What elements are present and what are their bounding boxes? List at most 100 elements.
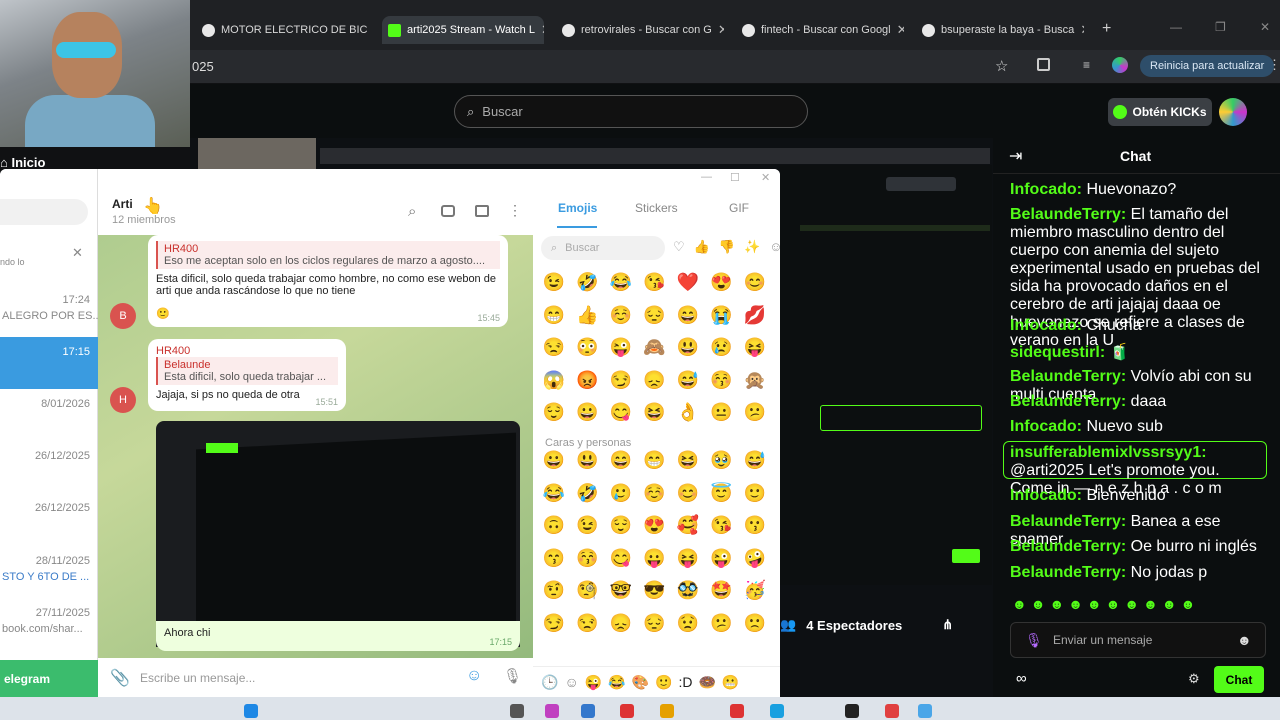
message-bubble[interactable]: HR400 Eso me aceptan solo en los ciclos r… [148,235,508,327]
emoji-item[interactable]: 😆 [675,447,701,473]
telegram-button[interactable]: elegram [0,660,98,697]
avatar[interactable]: H [110,387,136,413]
chat-username[interactable]: BelaundeTerry [1010,564,1121,581]
emoji-sample[interactable]: 😜 [585,674,602,691]
emoji-item[interactable]: 😱 [541,367,567,393]
photo-attachment[interactable] [156,421,520,647]
taskbar-app-icon[interactable] [620,704,634,718]
emoji-category-bar[interactable]: 🕒 ☺ 😜 😂 🎨 🙂:D 🍩 😬 [533,666,780,697]
minimize-icon[interactable]: — [701,171,712,183]
windows-start-icon[interactable] [244,704,258,718]
emoji-item[interactable]: 👍 [575,302,601,328]
gear-icon[interactable]: ⚙ [1188,671,1200,687]
emoji-item[interactable]: 😌 [608,512,634,538]
emoji-item[interactable]: 😅 [675,367,701,393]
menu-icon[interactable]: ⋮ [1268,57,1280,73]
emoji-item[interactable]: 🤣 [575,480,601,506]
chat-message[interactable]: sidequestirl: 🧃 [1010,342,1265,362]
emoji-item[interactable]: 😃 [675,334,701,360]
emoji-item[interactable]: 🙊 [742,367,768,393]
taskbar-app-icon[interactable] [885,704,899,718]
emoji-item[interactable]: 😘 [642,269,668,295]
emoji-item[interactable]: 👌 [675,399,701,425]
chat-username[interactable]: Infocado [1010,181,1077,198]
chat-message[interactable]: BelaundeTerry: Oe burro ni inglés [1010,538,1265,556]
more-icon[interactable]: ⋮ [508,202,522,219]
chat-title[interactable]: Arti [112,197,133,211]
infinity-icon[interactable]: ∞ [1016,670,1027,687]
emoji-item[interactable]: 😉 [575,512,601,538]
nav-home[interactable]: ⌂ Inicio [0,155,45,170]
share-icon[interactable]: ⋔ [942,617,953,633]
emoji-item[interactable]: 🤨 [541,577,567,603]
emoji-item[interactable]: 😍 [642,512,668,538]
chat-message[interactable]: Infocado: Bienvenido [1010,487,1265,505]
emoji-item[interactable]: 😉 [541,269,567,295]
emoji-item[interactable]: 😢 [709,334,735,360]
emoji-item[interactable]: 😒 [541,334,567,360]
emoji-item[interactable]: 😘 [709,512,735,538]
emoji-item[interactable]: 😆 [642,399,668,425]
photo-caption[interactable]: Ahora chi 17:15 [156,621,520,651]
attach-icon[interactable]: 📎 [110,668,130,688]
emoji-item[interactable]: 😕 [742,399,768,425]
chat-input[interactable]: 🎙 Enviar un mensaje ☻ [1010,622,1266,658]
emoji-item[interactable]: 😚 [575,545,601,571]
new-tab-icon[interactable]: + [1102,20,1111,38]
chat-message[interactable]: BelaundeTerry: daaa [1010,393,1265,411]
taskbar-app-icon[interactable] [845,704,859,718]
microphone-icon[interactable]: 🎙 [1025,632,1043,649]
chat-username[interactable]: Infocado [1010,418,1077,435]
chat-message[interactable]: Infocado: Huevonazo? [1010,181,1265,199]
emoji-item[interactable]: 😕 [709,610,735,636]
taskbar-app-icon[interactable] [730,704,744,718]
emoji-sample[interactable]: 🍩 [698,674,715,691]
chat-message[interactable]: BelaundeTerry: No jodas p [1010,564,1265,582]
window-close-icon[interactable]: ✕ [1260,20,1270,34]
emoji-item[interactable]: 😗 [742,512,768,538]
taskbar-app-icon[interactable] [918,704,932,718]
browser-tab-4[interactable]: fintech - Buscar con Googl ✕ [742,16,904,44]
chat-username[interactable]: sidequestirl [1010,344,1100,361]
emoji-item[interactable]: 😐 [709,399,735,425]
reply-quote[interactable]: HR400 Eso me aceptan solo en los ciclos r… [156,241,500,269]
chat-message[interactable]: Infocado: Nuevo sub [1010,418,1265,436]
emoji-item[interactable]: 😊 [675,480,701,506]
emote-icon[interactable]: ☻ [1237,632,1252,648]
emoji-item[interactable]: 😅 [742,447,768,473]
browser-tab-3[interactable]: retrovirales - Buscar con G ✕ [562,16,724,44]
emoji-sample[interactable]: 😬 [722,674,739,691]
emoji-item[interactable]: 😋 [608,545,634,571]
maximize-icon[interactable]: ☐ [730,171,740,184]
emoji-item[interactable]: 🤓 [608,577,634,603]
emoji-item[interactable]: 🥹 [709,447,735,473]
voice-chat-icon[interactable] [441,205,455,217]
emoji-item[interactable]: 😞 [642,367,668,393]
chat-username[interactable]: BelaundeTerry [1010,513,1121,530]
chat-username[interactable]: BelaundeTerry [1010,393,1121,410]
chat-message[interactable]: Infocado: Chucha [1010,317,1265,335]
emoji-sample[interactable]: :D [678,674,692,690]
message-bubble[interactable]: HR400 Belaunde Esta dificil, solo queda t… [148,339,346,411]
emoji-item[interactable]: 😔 [642,302,668,328]
emoji-item[interactable]: 😊 [742,269,768,295]
browser-tab-1[interactable]: MOTOR ELECTRICO DE BIC✕ [202,16,372,44]
emoji-item[interactable]: 😄 [608,447,634,473]
tab-stickers[interactable]: Stickers [635,201,678,215]
emoji-item[interactable]: 🤪 [742,545,768,571]
emoji-item[interactable]: 😂 [608,269,634,295]
extensions-icon[interactable] [1037,58,1050,71]
restore-icon[interactable]: ❐ [1215,20,1226,34]
emoji-sample[interactable]: 🙂 [655,674,672,691]
collapse-chat-icon[interactable]: ⇥ [1009,146,1022,166]
chat-username[interactable]: BelaundeTerry [1010,368,1121,385]
chat-username[interactable]: BelaundeTerry [1010,206,1121,223]
close-icon[interactable]: ✕ [541,22,544,38]
emoji-search-input[interactable]: ⌕ Buscar [541,236,665,260]
chat-username[interactable]: Infocado [1010,317,1077,334]
emoji-item[interactable]: 😚 [709,367,735,393]
recent-icon[interactable]: 🕒 [541,674,558,691]
emoji-item[interactable]: 🤩 [709,577,735,603]
close-icon[interactable]: ✕ [718,22,724,38]
emoji-item[interactable]: 😔 [642,610,668,636]
